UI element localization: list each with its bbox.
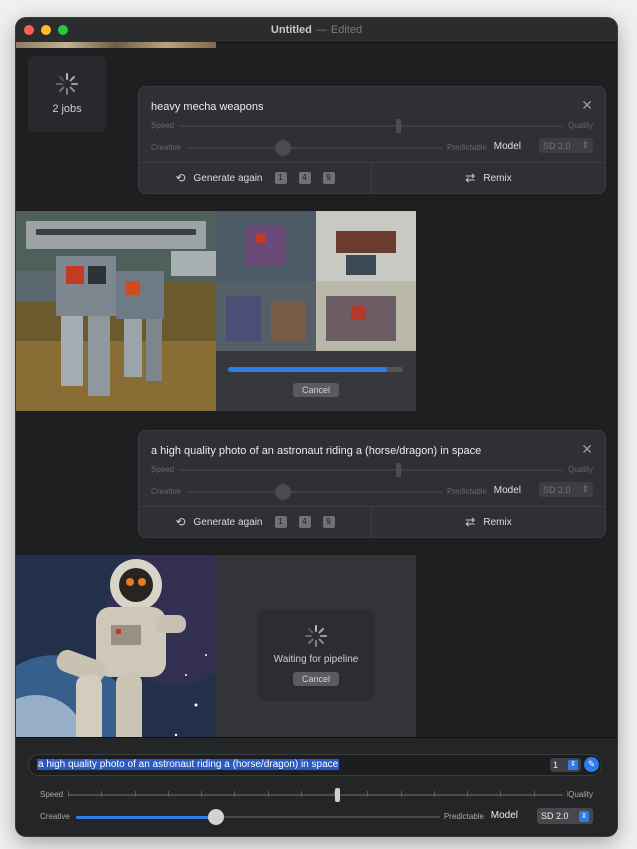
prompt-card: a high quality photo of an astronaut rid… (138, 430, 606, 538)
card-actions: ⟲ Generate again 1 4 9 ⇄ Remix (139, 162, 605, 193)
creative-label: Creative (40, 812, 70, 821)
model-value: SD 2.0 (543, 484, 571, 495)
chevron-updown-icon: ⇕ (581, 140, 589, 150)
count-1-button[interactable]: 1 (274, 516, 287, 528)
count-9-button[interactable]: 9 (322, 172, 335, 184)
speed-label: Speed (40, 790, 64, 799)
spinner-icon (56, 73, 78, 95)
prompt-input[interactable]: a high quality photo of an astronaut rid… (28, 754, 602, 776)
chevron-updown-icon: ⇕ (579, 810, 589, 822)
jobs-label: 2 jobs (52, 103, 82, 115)
model-value: SD 2.0 (543, 140, 571, 151)
model-select[interactable]: SD 2.0 ⇕ (537, 808, 593, 824)
speed-quality-slider[interactable]: Speed Quality (151, 119, 593, 133)
generate-label: Generate again (193, 516, 263, 528)
speed-quality-slider[interactable]: Speed Quality (151, 463, 593, 477)
window-status: Edited (330, 24, 363, 36)
predictable-label: Predictable (443, 812, 484, 821)
remix-button[interactable]: ⇄ Remix (372, 507, 605, 537)
card-actions: ⟲ Generate again 1 4 9 ⇄ Remix (139, 506, 605, 537)
close-icon[interactable]: ✕ (581, 441, 593, 458)
model-value: SD 2.0 (541, 811, 569, 821)
slider-knob[interactable] (396, 463, 401, 477)
creative-label: Creative (151, 143, 181, 152)
prompt-text: a high quality photo of an astronaut rid… (37, 759, 340, 770)
prompt-bar: a high quality photo of an astronaut rid… (16, 737, 617, 836)
model-label: Model (490, 810, 518, 821)
creative-predictable-slider[interactable]: Creative Predictable Model SD 2.0 ⇕ (40, 808, 593, 825)
jobs-indicator[interactable]: 2 jobs (28, 56, 106, 132)
quality-label: Quality (568, 465, 593, 474)
slider-knob[interactable] (275, 484, 291, 500)
repeat-icon: ⟲ (175, 515, 186, 529)
remix-button[interactable]: ⇄ Remix (372, 163, 605, 193)
count-9-button[interactable]: 9 (322, 516, 335, 528)
model-label: Model (493, 141, 521, 152)
speed-quality-slider[interactable]: Speed Quality (40, 788, 593, 802)
progress-fill (228, 367, 388, 372)
slider-knob[interactable] (275, 140, 291, 156)
model-select[interactable]: SD 2.0 ⇕ (539, 482, 593, 497)
generation-panel: Waiting for pipeline Cancel (216, 555, 416, 755)
card-prompt: a high quality photo of an astronaut rid… (151, 445, 482, 457)
remix-label: Remix (483, 172, 512, 184)
waiting-status: Waiting for pipeline (273, 653, 359, 665)
count-value: 1 (553, 760, 559, 770)
title-separator: — (315, 24, 327, 36)
shuffle-icon: ⇄ (465, 171, 476, 185)
speed-label: Speed (151, 465, 175, 474)
quality-label: Quality (568, 790, 593, 799)
pencil-icon[interactable]: ✎ (584, 757, 599, 772)
predictable-label: Predictable (446, 487, 487, 496)
slider-knob[interactable] (207, 809, 224, 825)
repeat-icon: ⟲ (175, 171, 186, 185)
partial-image-grid (216, 211, 416, 351)
slider-knob[interactable] (396, 119, 401, 133)
generation-panel: Cancel (216, 211, 416, 411)
generation-progress (228, 367, 403, 372)
model-select[interactable]: SD 2.0 ⇕ (539, 138, 593, 153)
prompt-card: heavy mecha weapons ✕ Speed Quality Crea… (138, 86, 606, 194)
slider-knob[interactable] (335, 788, 341, 802)
image-count-select[interactable]: 1 ⇕ (550, 758, 581, 772)
spinner-icon (305, 624, 327, 647)
quality-label: Quality (568, 121, 593, 130)
canvas: 2 jobs heavy mecha weapons ✕ Speed Quali… (16, 42, 617, 836)
predictable-label: Predictable (446, 143, 487, 152)
chevron-updown-icon: ⇕ (568, 760, 578, 770)
creative-predictable-slider[interactable]: Creative Predictable Model SD 2.0 ⇕ (151, 482, 593, 500)
remix-label: Remix (483, 516, 512, 528)
minimize-window-button[interactable] (41, 25, 51, 35)
generate-label: Generate again (193, 172, 263, 184)
generate-again-button[interactable]: ⟲ Generate again 1 4 9 (139, 163, 372, 193)
model-label: Model (493, 485, 521, 496)
app-window: Untitled — Edited 2 jobs heavy mecha wea… (16, 18, 617, 836)
generate-again-button[interactable]: ⟲ Generate again 1 4 9 (139, 507, 372, 537)
shuffle-icon: ⇄ (465, 515, 476, 529)
window-title: Untitled (270, 24, 312, 36)
card-prompt: heavy mecha weapons (151, 101, 264, 113)
close-icon[interactable]: ✕ (581, 97, 593, 114)
astronaut-image[interactable] (16, 555, 216, 755)
speed-label: Speed (151, 121, 175, 130)
cancel-button[interactable]: Cancel (292, 671, 339, 686)
count-4-button[interactable]: 4 (298, 172, 311, 184)
previous-image-strip (16, 42, 216, 48)
creative-predictable-slider[interactable]: Creative Predictable Model SD 2.0 ⇕ (151, 138, 593, 156)
count-1-button[interactable]: 1 (274, 172, 287, 184)
title-bar: Untitled — Edited (16, 18, 617, 43)
creative-label: Creative (151, 487, 181, 496)
cancel-button[interactable]: Cancel (293, 383, 340, 397)
zoom-window-button[interactable] (58, 25, 68, 35)
traffic-lights (24, 25, 68, 35)
close-window-button[interactable] (24, 25, 34, 35)
waiting-box: Waiting for pipeline Cancel (258, 609, 374, 701)
count-4-button[interactable]: 4 (298, 516, 311, 528)
chevron-updown-icon: ⇕ (581, 484, 589, 494)
mecha-image[interactable] (16, 211, 216, 411)
